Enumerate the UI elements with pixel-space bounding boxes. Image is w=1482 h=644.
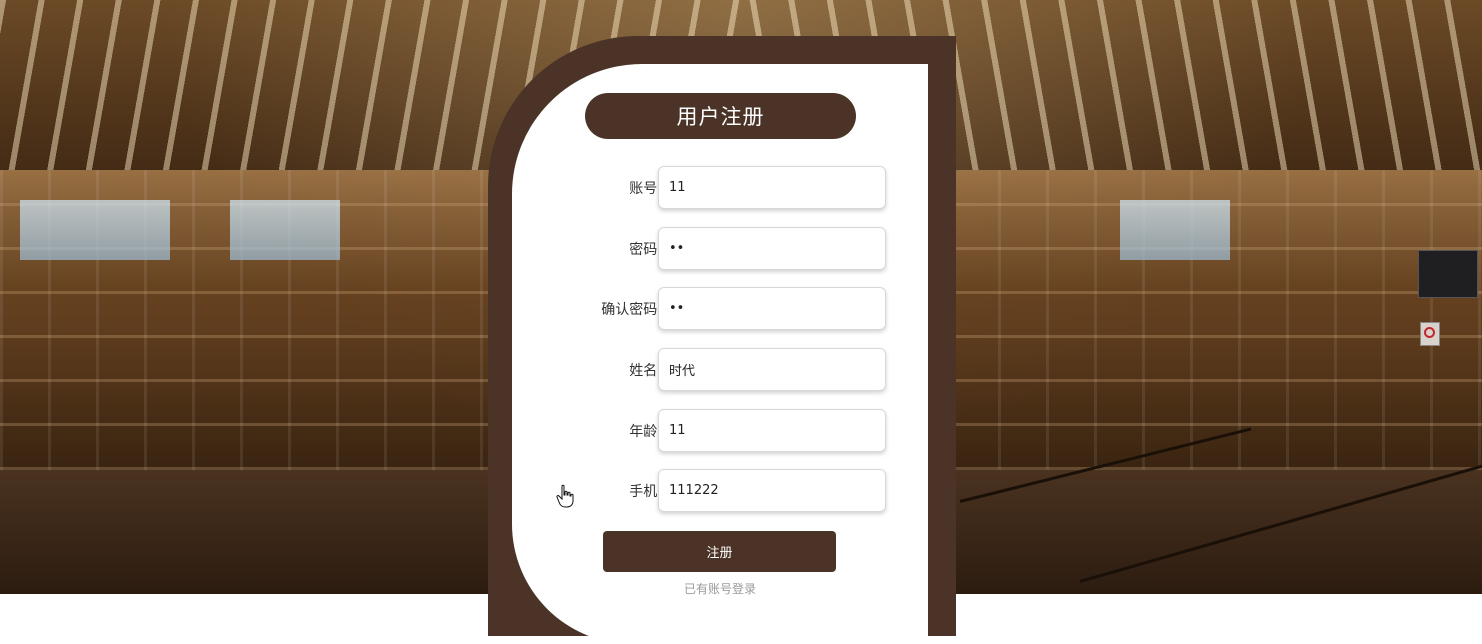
register-title: 用户注册 xyxy=(585,93,856,139)
age-input[interactable] xyxy=(658,409,886,452)
login-link[interactable]: 已有账号登录 xyxy=(600,580,840,597)
window-left xyxy=(20,200,170,260)
window-left-2 xyxy=(230,200,340,260)
info-sign xyxy=(1418,250,1478,298)
confirm-password-row: 确认密码: xyxy=(548,287,890,333)
phone-row: 手机: xyxy=(548,469,890,515)
hand-pointer-icon xyxy=(556,484,574,508)
confirm-password-input[interactable] xyxy=(658,287,886,330)
register-button[interactable]: 注册 xyxy=(603,531,836,572)
age-row: 年龄: xyxy=(548,409,890,455)
window-right xyxy=(1120,200,1230,260)
password-row: 密码: xyxy=(548,227,890,273)
phone-input[interactable] xyxy=(658,469,886,512)
name-row: 姓名: xyxy=(548,348,890,394)
account-row: 账号: xyxy=(548,166,890,212)
no-entry-sign-icon xyxy=(1420,322,1440,346)
name-input[interactable] xyxy=(658,348,886,391)
account-input[interactable] xyxy=(658,166,886,209)
password-input[interactable] xyxy=(658,227,886,270)
confirm-password-label: 确认密码: xyxy=(601,302,662,318)
